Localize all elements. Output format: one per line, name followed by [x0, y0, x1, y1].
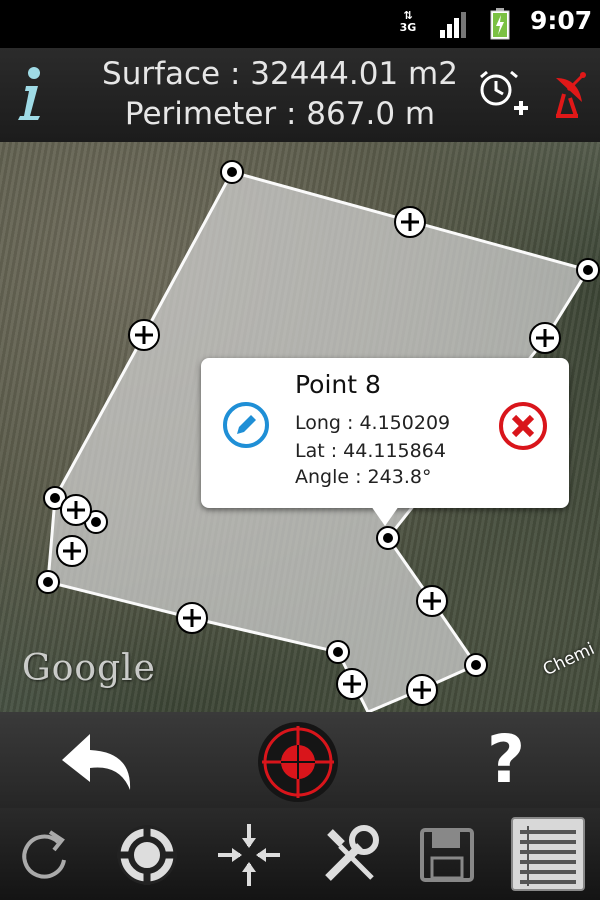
vertex-marker[interactable]: [576, 258, 600, 282]
add-point-icon[interactable]: [128, 319, 160, 351]
undo-arrow-icon[interactable]: [60, 730, 136, 792]
add-point-icon[interactable]: [56, 535, 88, 567]
signal-icon: [440, 12, 466, 38]
alarm-add-icon[interactable]: [476, 68, 530, 122]
vertex-marker[interactable]: [326, 640, 350, 664]
point-angle: Angle : 243.8°: [295, 466, 432, 488]
edit-pencil-icon[interactable]: [221, 400, 271, 450]
add-point-icon[interactable]: [176, 602, 208, 634]
gps-antenna-icon[interactable]: [548, 68, 590, 120]
battery-charging-icon: [490, 8, 510, 40]
refresh-icon[interactable]: [8, 820, 78, 890]
delete-x-icon[interactable]: [497, 400, 549, 452]
save-icon[interactable]: [412, 820, 482, 890]
add-point-icon[interactable]: [394, 206, 426, 238]
center-arrows-icon[interactable]: [214, 820, 284, 890]
crosshair-target-icon[interactable]: [256, 720, 340, 804]
status-bar: ⇅ 3G 9:07: [0, 0, 600, 48]
tools-icon[interactable]: [316, 820, 386, 890]
perimeter-value: Perimeter : 867.0 m: [124, 96, 436, 132]
add-point-icon[interactable]: [416, 585, 448, 617]
info-icon[interactable]: [12, 64, 48, 124]
add-point-icon[interactable]: [60, 494, 92, 526]
header: Surface : 32444.01 m2 Perimeter : 867.0 …: [0, 48, 600, 144]
add-point-icon[interactable]: [529, 322, 561, 354]
help-button[interactable]: ?: [478, 724, 534, 796]
google-attribution: Google: [22, 648, 156, 689]
network-label: 3G: [399, 21, 417, 34]
vertex-marker[interactable]: [220, 160, 244, 184]
locate-icon[interactable]: [112, 820, 182, 890]
point-longitude: Long : 4.150209: [295, 412, 451, 434]
point-title: Point 8: [295, 370, 381, 399]
primary-toolbar: ?: [0, 712, 600, 808]
add-point-icon[interactable]: [406, 674, 438, 706]
add-point-icon[interactable]: [336, 668, 368, 700]
vertex-marker[interactable]: [36, 570, 60, 594]
network-3g-icon: ⇅ 3G: [399, 9, 417, 34]
point-info-popup: Point 8 Long : 4.150209 Lat : 44.115864 …: [201, 358, 569, 526]
popup-pointer: [371, 506, 399, 526]
surface-value: Surface : 32444.01 m2: [102, 56, 458, 92]
clock: 9:07: [530, 6, 593, 35]
vertex-marker[interactable]: [464, 653, 488, 677]
list-icon[interactable]: [510, 816, 586, 892]
measurement-stats: Surface : 32444.01 m2 Perimeter : 867.0 …: [70, 54, 490, 134]
point-latitude: Lat : 44.115864: [295, 440, 446, 462]
secondary-toolbar: [0, 808, 600, 900]
vertex-marker[interactable]: [376, 526, 400, 550]
